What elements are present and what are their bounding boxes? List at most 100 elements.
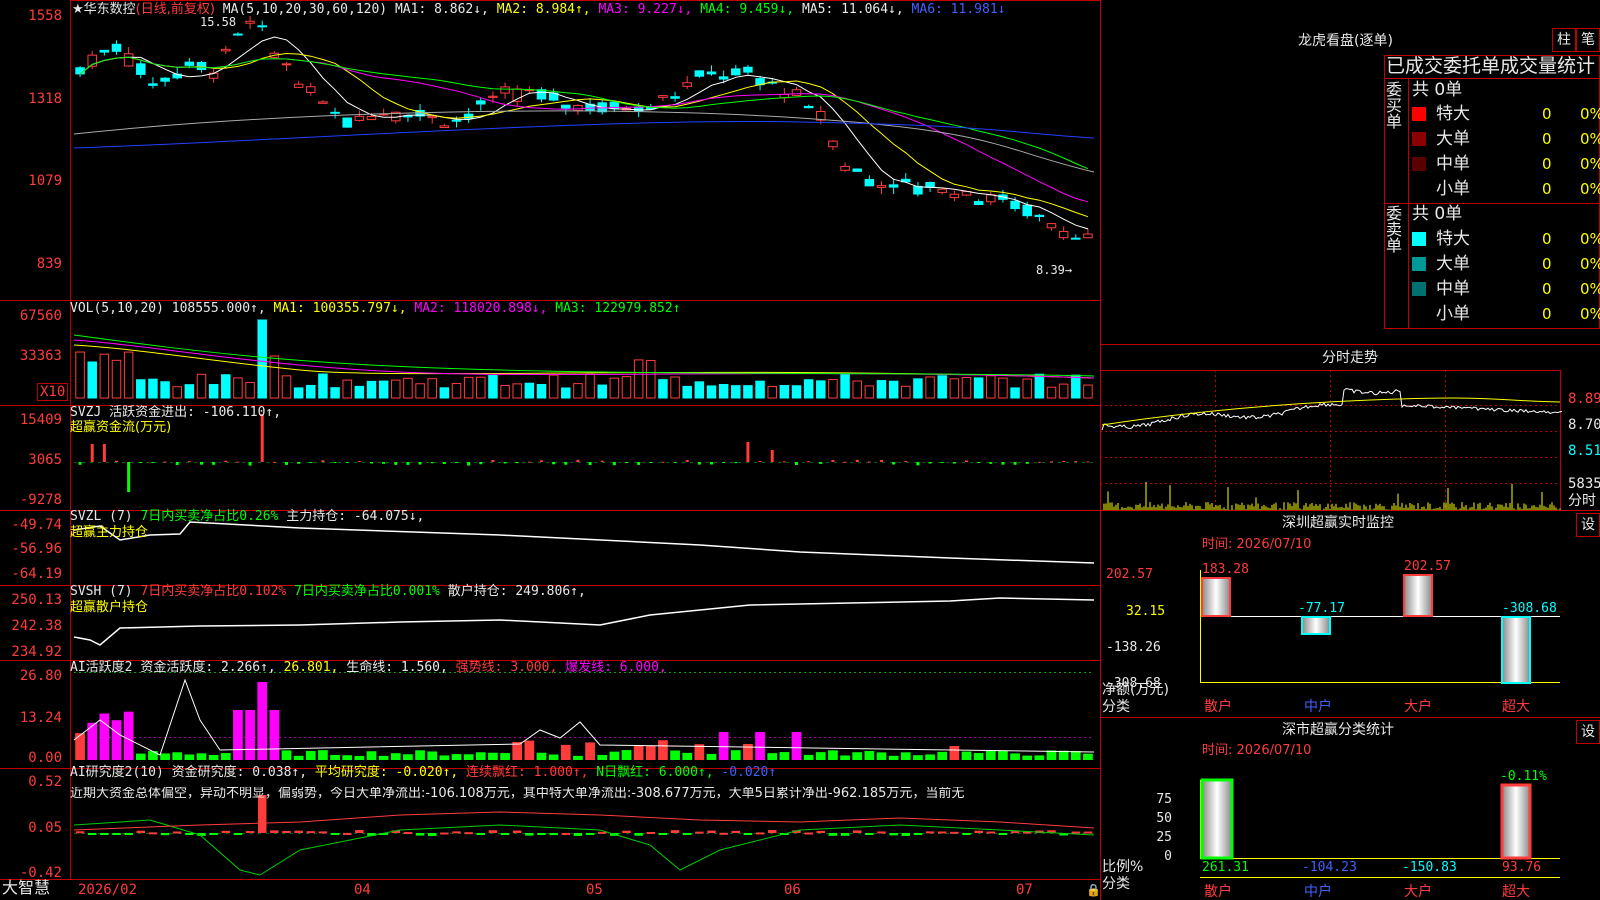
ai-research-bar [427, 833, 437, 836]
ai-research-bar [512, 830, 522, 833]
vol-unit-badge: X10 [37, 383, 69, 401]
class-stats-value: -104.23 [1302, 860, 1357, 875]
class-stats-top-label: -0.11% [1500, 769, 1547, 784]
svzj-bar [637, 462, 641, 465]
ai-active-bar [840, 755, 850, 760]
ai-research-bar [634, 833, 643, 836]
svsh-part4: 散户持仓: 249.806↑, [447, 584, 586, 599]
svzj-bar [418, 462, 422, 465]
sell-row-label: 特大 [1436, 229, 1470, 249]
monitor-bar-value: -308.68 [1502, 601, 1557, 616]
ai-active-bar [803, 754, 814, 760]
svzj-bar [892, 462, 896, 465]
volume-bar [536, 384, 547, 399]
sell-row-label: 大单 [1436, 254, 1470, 274]
volume-bar [75, 351, 85, 399]
stock-name[interactable]: ★华东数控 [72, 2, 136, 17]
svzj-ylabel: 3065 [28, 452, 62, 468]
svzl-ylabel: -64.19 [11, 566, 62, 582]
kline-ylabel: 839 [36, 256, 62, 272]
vol-ma-line [73, 344, 1095, 379]
svzj-bar [382, 462, 386, 464]
monitor-axis-label: 净额(万元) [1102, 682, 1169, 698]
ai-research-bar [294, 830, 303, 833]
svzj-bar [102, 444, 106, 462]
ai-research-bar [330, 833, 340, 835]
svzl-line [73, 521, 1095, 564]
ai-active-bar [378, 755, 389, 760]
candle-body [803, 105, 814, 109]
kline-ylabel: 1079 [28, 173, 62, 189]
ai-research-bar [707, 830, 716, 833]
sell-order-label: 委卖单 [1386, 204, 1403, 255]
monitor-settings-button[interactable]: 设 [1576, 513, 1600, 537]
ai-active-bar [985, 750, 996, 760]
ai-active-p4: 强势线: 3.000, [455, 660, 558, 675]
ai-active-bar [961, 751, 972, 760]
sell-l-swatch [1412, 257, 1426, 271]
svzj-bar [867, 461, 871, 463]
ma3-value: MA3: 9.227↓, [598, 2, 693, 17]
svzj-bar [515, 462, 519, 464]
class-stats-category: 大户 [1404, 884, 1432, 900]
ai-active-bar [208, 754, 219, 760]
svzj-bar [455, 462, 458, 463]
class-stats-category: 超大 [1502, 884, 1530, 900]
candle-body [306, 86, 316, 93]
ai-research-bar [148, 832, 158, 835]
svzj-bar [807, 461, 811, 463]
volume-bar [755, 380, 765, 399]
ai-active-bar [791, 732, 802, 760]
volume-bar [172, 386, 182, 399]
ai-research-bar [257, 795, 267, 833]
svzj-bar [115, 460, 118, 462]
class-stats-ylabel: 50 [1156, 811, 1172, 826]
sell-row-count: 0 [1542, 230, 1552, 248]
candle-body [439, 125, 450, 128]
ai-active-p5: 爆发线: 6.000, [565, 660, 667, 675]
ai-research-bar [440, 832, 449, 835]
ai-research-line [73, 819, 1095, 876]
volume-bar [1071, 374, 1081, 399]
lock-icon[interactable]: 🔒 [1086, 884, 1101, 896]
ai-active-bar [172, 752, 183, 760]
candle-body [257, 25, 267, 28]
ai-active-bar [220, 753, 231, 760]
tick-view-button[interactable]: 笔 [1576, 28, 1600, 52]
intraday-title: 分时走势 [1322, 350, 1378, 366]
volume-bar [998, 377, 1008, 399]
ai-active-bar [123, 711, 134, 760]
ai-active-bar [390, 753, 401, 760]
volume-bar [670, 376, 680, 399]
vol-value: 108555.000↑, [171, 301, 266, 316]
ai-active-bar [233, 710, 243, 760]
ai-active-bar [415, 750, 425, 760]
ai-active-bar [1083, 753, 1093, 760]
svzj-bar [928, 462, 932, 464]
ma2-value: MA2: 8.984↑, [496, 2, 591, 17]
ai-active-bar [148, 751, 158, 760]
svzj-bar [746, 442, 750, 462]
vol-ma-line [73, 339, 1095, 379]
ai-research-bar [209, 833, 218, 835]
volume-bar [828, 379, 838, 399]
candle-body [573, 105, 583, 111]
monitor-cat-label: 分类 [1102, 699, 1130, 715]
candle-body [973, 201, 984, 206]
class-stats-settings-button[interactable]: 设 [1576, 720, 1600, 744]
ai-research-bar [731, 830, 741, 833]
ai-research-bar [816, 830, 826, 833]
buy-row-count: 0 [1542, 130, 1552, 148]
ai-research-bar [172, 831, 182, 834]
candle-body [233, 33, 243, 36]
svzj-bar [940, 462, 944, 463]
sell-row-count: 0 [1542, 280, 1552, 298]
column-view-button[interactable]: 柱 [1552, 28, 1576, 52]
volume-bar [293, 387, 304, 399]
volume-bar [342, 379, 352, 399]
ai-active-bar [257, 682, 268, 760]
volume-bar [403, 377, 413, 399]
ai-active-bar [488, 752, 498, 760]
candle-body [888, 184, 899, 188]
ai-research-bar [840, 833, 850, 836]
